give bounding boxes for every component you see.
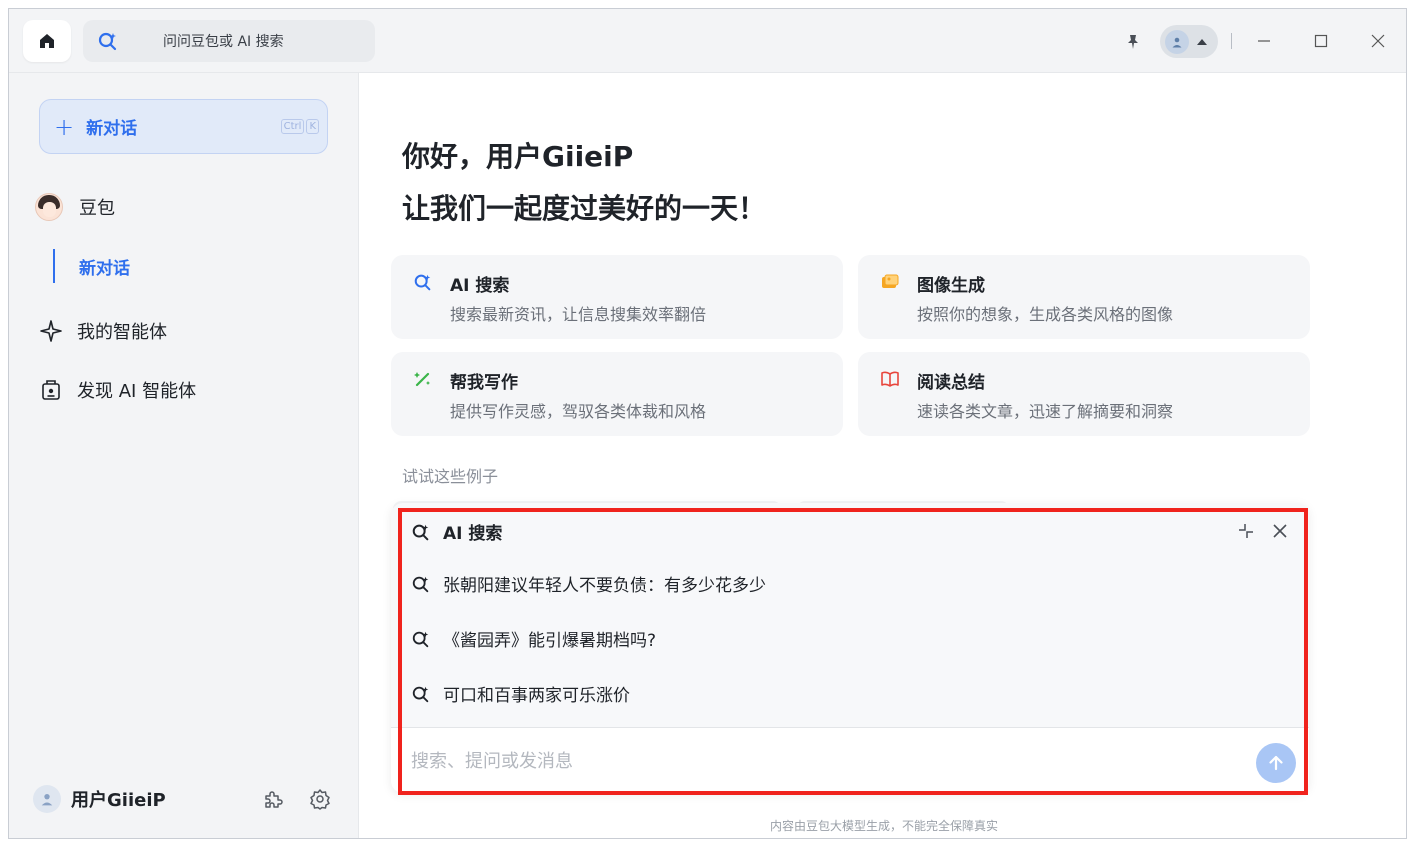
suggestion-item[interactable]: 可口和百事两家可乐涨价 bbox=[411, 681, 630, 706]
image-gen-icon bbox=[880, 272, 900, 292]
writing-icon bbox=[413, 369, 433, 389]
suggestion-text: 张朝阳建议年轻人不要负债：有多少花多少 bbox=[443, 576, 766, 596]
titlebar-divider bbox=[1231, 33, 1232, 49]
book-icon bbox=[880, 369, 900, 389]
plus-icon: + bbox=[54, 112, 75, 141]
panel-title: AI 搜索 bbox=[443, 524, 503, 544]
close-window-button[interactable] bbox=[1363, 26, 1393, 56]
ai-search-icon bbox=[412, 631, 429, 647]
message-input[interactable] bbox=[411, 746, 1231, 776]
plugin-icon bbox=[265, 791, 283, 808]
card-description: 搜索最新资讯，让信息搜集效率翻倍 bbox=[450, 305, 707, 324]
sidebar-item-my-agents[interactable]: 我的智能体 bbox=[39, 318, 167, 344]
sidebar-item-label: 豆包 bbox=[79, 198, 115, 219]
caret-up-icon bbox=[1197, 38, 1207, 45]
user-profile[interactable]: 用户GiieiP bbox=[33, 785, 166, 813]
pin-button[interactable] bbox=[1122, 31, 1144, 53]
user-avatar-icon bbox=[33, 785, 61, 813]
home-icon bbox=[40, 34, 54, 48]
active-indicator bbox=[53, 249, 55, 283]
home-button[interactable] bbox=[23, 20, 71, 62]
global-search-bar[interactable]: 问问豆包或 AI 搜索 bbox=[83, 20, 375, 62]
ai-search-icon bbox=[412, 576, 429, 592]
minimize-icon bbox=[1258, 40, 1270, 42]
sidebar-item-discover-agents[interactable]: 发现 AI 智能体 bbox=[39, 377, 196, 403]
pin-icon bbox=[1128, 35, 1138, 49]
global-search-placeholder: 问问豆包或 AI 搜索 bbox=[163, 34, 284, 50]
card-writing[interactable]: 帮我写作 提供写作灵感，驾驭各类体裁和风格 bbox=[391, 352, 843, 436]
app-window: 问问豆包或 AI 搜索 + 新对话 Ctrl K 豆包 新对话 我的智能体 发现… bbox=[8, 8, 1407, 839]
ai-search-icon bbox=[413, 272, 433, 292]
card-title: 阅读总结 bbox=[917, 373, 985, 393]
ai-search-icon bbox=[412, 686, 429, 702]
card-ai-search[interactable]: AI 搜索 搜索最新资讯，让信息搜集效率翻倍 bbox=[391, 255, 843, 339]
shortcut-key-ctrl: Ctrl bbox=[280, 119, 305, 134]
suggestion-text: 可口和百事两家可乐涨价 bbox=[443, 686, 630, 706]
card-description: 速读各类文章，迅速了解摘要和洞察 bbox=[917, 402, 1174, 421]
sidebar-item-label: 发现 AI 智能体 bbox=[77, 381, 197, 402]
card-description: 按照你的想象，生成各类风格的图像 bbox=[917, 305, 1174, 324]
maximize-button[interactable] bbox=[1306, 26, 1336, 56]
message-composer bbox=[391, 728, 1309, 793]
collapse-panel-button[interactable] bbox=[1234, 519, 1258, 543]
greeting-title: 你好，用户GiieiP bbox=[402, 140, 634, 173]
close-panel-button[interactable] bbox=[1268, 519, 1292, 543]
suggestion-item[interactable]: 张朝阳建议年轻人不要负债：有多少花多少 bbox=[411, 571, 766, 596]
new-chat-button[interactable]: + 新对话 Ctrl K bbox=[39, 99, 328, 154]
shortcut-key-k: K bbox=[306, 119, 319, 134]
sidebar: + 新对话 Ctrl K 豆包 新对话 我的智能体 发现 AI 智能体 用户Gi… bbox=[9, 73, 359, 838]
card-title: 图像生成 bbox=[917, 276, 985, 296]
plugin-button[interactable] bbox=[261, 787, 285, 811]
sparkle-icon bbox=[40, 320, 62, 342]
ai-search-icon bbox=[412, 524, 429, 540]
close-icon bbox=[1273, 524, 1287, 538]
account-menu-button[interactable] bbox=[1160, 25, 1218, 58]
card-title: AI 搜索 bbox=[450, 276, 510, 296]
title-bar: 问问豆包或 AI 搜索 bbox=[9, 9, 1406, 73]
arrow-up-icon bbox=[1269, 755, 1283, 771]
card-description: 提供写作灵感，驾驭各类体裁和风格 bbox=[450, 402, 707, 421]
card-title: 帮我写作 bbox=[450, 373, 518, 393]
new-chat-label: 新对话 bbox=[86, 119, 138, 139]
card-image-generation[interactable]: 图像生成 按照你的想象，生成各类风格的图像 bbox=[858, 255, 1310, 339]
minimize-button[interactable] bbox=[1249, 26, 1279, 56]
user-avatar-icon bbox=[1165, 29, 1189, 54]
sidebar-item-label: 我的智能体 bbox=[77, 322, 167, 343]
discover-agent-icon bbox=[42, 380, 60, 400]
examples-label: 试试这些例子 bbox=[402, 467, 499, 486]
user-name: 用户GiieiP bbox=[71, 790, 166, 811]
ai-search-panel: AI 搜索 张朝阳建议年轻人不要负债：有多少花多少 《酱园弄》能引爆暑期档吗? … bbox=[391, 503, 1309, 793]
settings-icon bbox=[310, 789, 330, 810]
panel-header: AI 搜索 bbox=[411, 519, 502, 544]
suggestion-item[interactable]: 《酱园弄》能引爆暑期档吗? bbox=[411, 626, 656, 651]
greeting-subtitle: 让我们一起度过美好的一天！ bbox=[402, 192, 767, 225]
collapse-icon bbox=[1239, 524, 1253, 538]
send-button[interactable] bbox=[1256, 743, 1296, 783]
suggestion-text: 《酱园弄》能引爆暑期档吗? bbox=[443, 631, 657, 651]
ai-search-icon bbox=[98, 32, 117, 51]
maximize-icon bbox=[1314, 34, 1328, 48]
shortcut-hint: Ctrl K bbox=[280, 119, 319, 134]
card-reading-summary[interactable]: 阅读总结 速读各类文章，迅速了解摘要和洞察 bbox=[858, 352, 1310, 436]
disclaimer-text: 内容由豆包大模型生成，不能完全保障真实 bbox=[769, 819, 998, 833]
settings-button[interactable] bbox=[308, 787, 332, 811]
close-icon bbox=[1371, 34, 1385, 48]
sidebar-item-doubao[interactable]: 豆包 bbox=[35, 193, 115, 221]
doubao-avatar bbox=[35, 193, 63, 221]
sidebar-item-new-chat[interactable]: 新对话 bbox=[79, 254, 130, 279]
